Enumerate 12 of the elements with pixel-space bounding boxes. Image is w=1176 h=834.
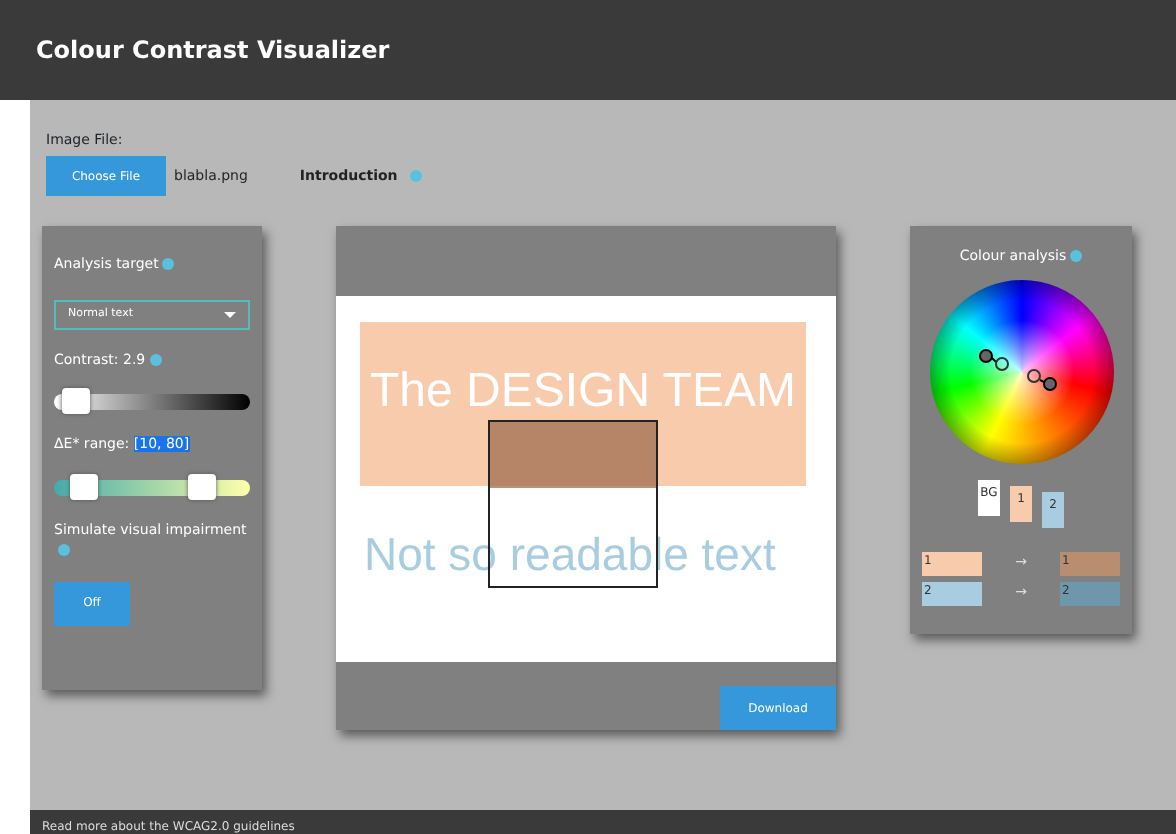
slider-thumb[interactable] [188,473,217,499]
help-icon[interactable] [58,544,70,557]
delta-e-slider[interactable] [54,479,250,495]
help-icon[interactable] [149,353,162,366]
app-title: Colour Contrast Visualizer [36,34,390,68]
contrast-slider[interactable] [54,394,250,410]
slider-thumb[interactable] [62,388,91,414]
banner-text: The DESIGN TEAM [368,364,798,422]
help-icon[interactable] [162,258,175,271]
help-icon[interactable] [1070,250,1083,263]
caret-icon [224,311,236,317]
slider-thumb[interactable] [70,473,99,499]
